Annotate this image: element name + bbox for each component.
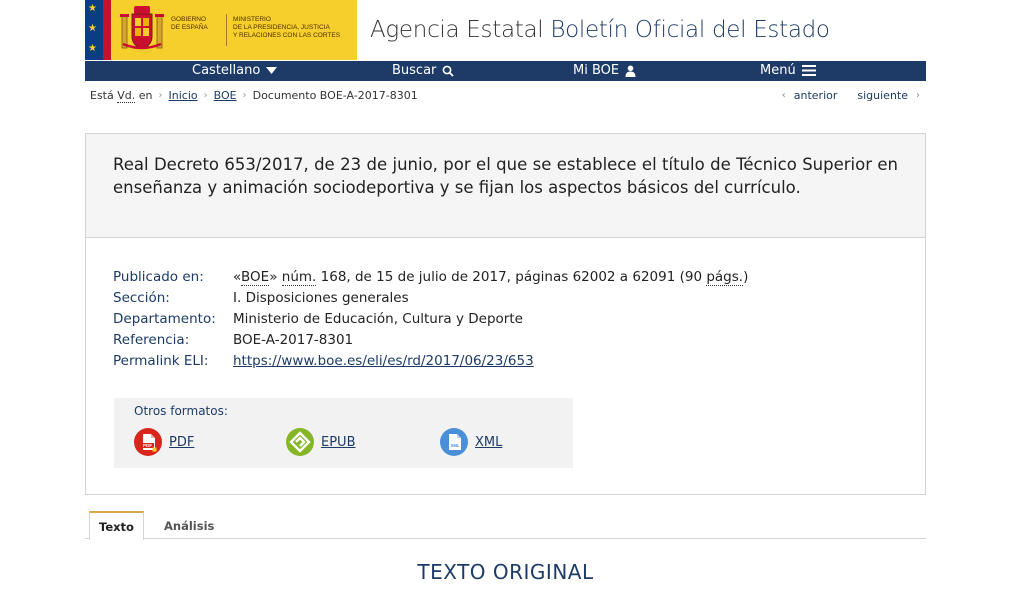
- document-title-box: Real Decreto 653/2017, de 23 de junio, p…: [86, 134, 925, 238]
- government-label: GOBIERNO DE ESPAÑA: [171, 16, 208, 31]
- search-icon: [442, 65, 455, 77]
- nav-my-boe-label: Mi BOE: [573, 63, 620, 78]
- user-icon: [625, 65, 636, 77]
- tab-texto[interactable]: Texto: [89, 511, 144, 540]
- nav-search[interactable]: Buscar: [392, 63, 455, 78]
- nav-my-boe[interactable]: Mi BOE: [573, 63, 636, 78]
- section-label: Sección:: [113, 290, 170, 306]
- government-logo-block[interactable]: ★ ★ ★ GOBIERNO DE ESPAÑA MINISTERIO DE L…: [85, 0, 357, 60]
- published-value: «BOE» núm. 168, de 15 de julio de 2017, …: [233, 269, 749, 286]
- section-value: I. Disposiciones generales: [233, 290, 409, 306]
- other-formats-title: Otros formatos:: [134, 404, 228, 418]
- meta-row-reference: Referencia: BOE-A-2017-8301: [113, 330, 748, 351]
- pdf-link[interactable]: PDF: [169, 435, 194, 450]
- chevron-right-icon: ›: [158, 90, 163, 101]
- epub-icon: [286, 428, 314, 456]
- xml-icon: XML: [440, 428, 468, 456]
- eu-flag-icon: ★ ★ ★: [85, 0, 111, 60]
- main-navigation: Castellano Buscar Mi BOE Menú: [85, 61, 926, 81]
- svg-text:XML: XML: [451, 443, 460, 448]
- document-pager: ‹ anterior siguiente ›: [782, 89, 920, 102]
- logo-divider: [226, 14, 227, 46]
- published-label: Publicado en:: [113, 269, 204, 285]
- section-heading: TEXTO ORIGINAL: [417, 560, 594, 584]
- chevron-left-icon: ‹: [781, 90, 786, 101]
- nav-language-label: Castellano: [192, 63, 261, 78]
- breadcrumb-abbr: Vd.: [117, 89, 136, 103]
- eli-label: Permalink ELI:: [113, 353, 209, 369]
- meta-row-department: Departamento: Ministerio de Educación, C…: [113, 309, 748, 330]
- breadcrumb-current: Documento BOE-A-2017-8301: [252, 89, 418, 102]
- chevron-right-icon: ›: [916, 90, 920, 101]
- hamburger-icon: [801, 65, 816, 76]
- nav-language[interactable]: Castellano: [192, 63, 278, 78]
- site-title-prefix: Agencia Estatal: [370, 17, 544, 43]
- epub-link[interactable]: EPUB: [321, 435, 356, 450]
- meta-row-section: Sección: I. Disposiciones generales: [113, 288, 748, 309]
- tab-analisis[interactable]: Análisis: [155, 511, 223, 539]
- svg-text:PDF: PDF: [143, 443, 152, 448]
- document-title: Real Decreto 653/2017, de 23 de junio, p…: [113, 155, 898, 197]
- format-xml[interactable]: XML XML: [440, 428, 502, 456]
- boe-abbr: BOE: [241, 269, 270, 286]
- ministry-label: MINISTERIO DE LA PRESIDENCIA, JUSTICIA Y…: [233, 16, 341, 39]
- eli-permalink[interactable]: https://www.boe.es/eli/es/rd/2017/06/23/…: [233, 353, 534, 369]
- site-title-main: Boletín Oficial del Estado: [550, 17, 830, 43]
- num-abbr: núm.: [281, 269, 317, 286]
- breadcrumb: Está Vd. en › Inicio › BOE › Documento B…: [90, 89, 418, 103]
- pdf-icon: PDF: [134, 428, 162, 456]
- nav-menu-label: Menú: [760, 63, 796, 78]
- meta-row-eli: Permalink ELI: https://www.boe.es/eli/es…: [113, 351, 748, 372]
- document-metadata: Publicado en: «BOE» núm. 168, de 15 de j…: [113, 267, 748, 372]
- document-tabs: Texto Análisis: [85, 511, 926, 540]
- coat-of-arms-icon: [120, 6, 164, 50]
- department-value: Ministerio de Educación, Cultura y Depor…: [233, 311, 523, 327]
- site-header: ★ ★ ★ GOBIERNO DE ESPAÑA MINISTERIO DE L…: [85, 0, 926, 60]
- reference-label: Referencia:: [113, 332, 190, 348]
- nav-menu[interactable]: Menú: [760, 63, 816, 78]
- breadcrumb-boe-link[interactable]: BOE: [214, 89, 237, 102]
- breadcrumb-home-link[interactable]: Inicio: [169, 89, 198, 102]
- other-formats-box: Otros formatos: PDF PDF EPUB XML XML: [114, 398, 573, 468]
- format-epub[interactable]: EPUB: [286, 428, 356, 456]
- meta-row-published: Publicado en: «BOE» núm. 168, de 15 de j…: [113, 267, 748, 288]
- nav-search-label: Buscar: [392, 63, 437, 78]
- site-title[interactable]: Agencia Estatal Boletín Oficial del Esta…: [370, 17, 830, 43]
- chevron-right-icon: ›: [242, 90, 247, 101]
- reference-value: BOE-A-2017-8301: [233, 332, 354, 348]
- pags-abbr: págs.: [706, 269, 744, 286]
- caret-down-icon: [266, 67, 278, 74]
- chevron-right-icon: ›: [203, 90, 208, 101]
- breadcrumb-prefix: Está Vd. en: [90, 89, 153, 103]
- department-label: Departamento:: [113, 311, 216, 327]
- next-document-link[interactable]: siguiente: [857, 89, 908, 102]
- format-pdf[interactable]: PDF PDF: [134, 428, 194, 456]
- document-card: Real Decreto 653/2017, de 23 de junio, p…: [85, 133, 926, 495]
- previous-document-link[interactable]: anterior: [794, 89, 838, 102]
- xml-link[interactable]: XML: [475, 435, 502, 450]
